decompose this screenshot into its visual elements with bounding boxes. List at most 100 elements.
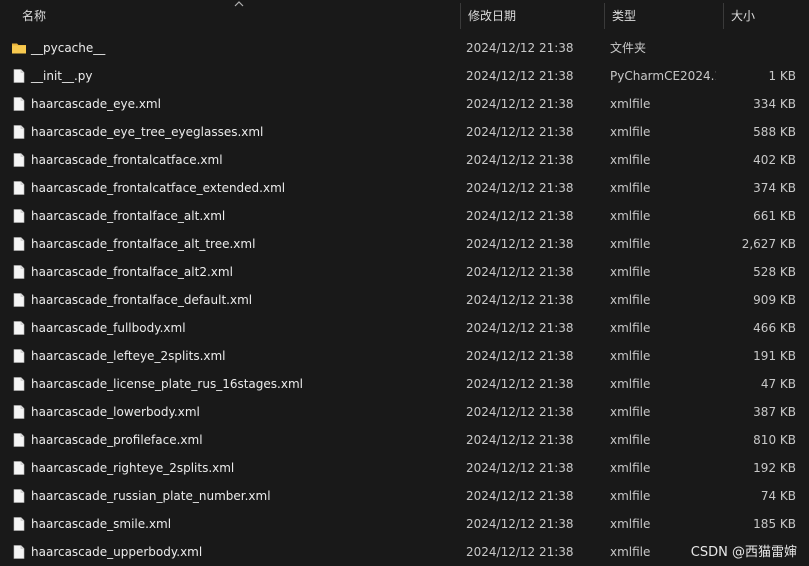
file-name: haarcascade_upperbody.xml (31, 545, 203, 559)
file-name: haarcascade_russian_plate_number.xml (31, 489, 271, 503)
file-row[interactable]: haarcascade_lefteye_2splits.xml 2024/12/1… (0, 342, 809, 370)
file-type: xmlfile (610, 181, 651, 195)
file-name: haarcascade_frontalface_alt2.xml (31, 265, 233, 279)
file-type: xmlfile (610, 153, 651, 167)
file-icon (11, 320, 27, 336)
file-row[interactable]: haarcascade_frontalcatface.xml 2024/12/12… (0, 146, 809, 174)
file-size: 1 KB (768, 69, 796, 83)
file-name: haarcascade_eye.xml (31, 97, 161, 111)
file-icon (11, 68, 27, 84)
file-row[interactable]: haarcascade_frontalface_alt2.xml 2024/12/… (0, 258, 809, 286)
column-header-date[interactable]: 修改日期 (460, 0, 604, 32)
file-date: 2024/12/12 21:38 (466, 489, 574, 503)
file-icon (11, 152, 27, 168)
folder-icon (11, 40, 27, 56)
column-header: 名称 修改日期 类型 大小 (0, 0, 809, 32)
file-icon (11, 180, 27, 196)
file-row[interactable]: __pycache__ 2024/12/12 21:38 文件夹 (0, 34, 809, 62)
file-type: xmlfile (610, 293, 651, 307)
file-icon (11, 292, 27, 308)
file-type: xmlfile (610, 97, 651, 111)
file-date: 2024/12/12 21:38 (466, 377, 574, 391)
file-size: 185 KB (753, 517, 796, 531)
file-row[interactable]: haarcascade_lowerbody.xml 2024/12/12 21:3… (0, 398, 809, 426)
file-row[interactable]: haarcascade_frontalcatface_extended.xml 2… (0, 174, 809, 202)
file-row[interactable]: haarcascade_russian_plate_number.xml 2024… (0, 482, 809, 510)
file-type: xmlfile (610, 349, 651, 363)
file-icon (11, 544, 27, 560)
file-name: haarcascade_smile.xml (31, 517, 172, 531)
file-date: 2024/12/12 21:38 (466, 517, 574, 531)
file-row[interactable]: haarcascade_frontalface_alt_tree.xml 2024… (0, 230, 809, 258)
file-row[interactable]: haarcascade_frontalface_alt.xml 2024/12/1… (0, 202, 809, 230)
file-date: 2024/12/12 21:38 (466, 237, 574, 251)
file-type: xmlfile (610, 517, 651, 531)
file-date: 2024/12/12 21:38 (466, 265, 574, 279)
file-date: 2024/12/12 21:38 (466, 97, 574, 111)
file-date: 2024/12/12 21:38 (466, 125, 574, 139)
file-row[interactable]: haarcascade_eye_tree_eyeglasses.xml 2024/… (0, 118, 809, 146)
file-name: haarcascade_eye_tree_eyeglasses.xml (31, 125, 264, 139)
file-size: 74 KB (760, 489, 796, 503)
file-type: xmlfile (610, 125, 651, 139)
file-icon (11, 264, 27, 280)
file-row[interactable]: haarcascade_smile.xml 2024/12/12 21:38 xml… (0, 510, 809, 538)
file-row[interactable]: haarcascade_eye.xml 2024/12/12 21:38 xmlfi… (0, 90, 809, 118)
file-name: haarcascade_license_plate_rus_16stages.x… (31, 377, 303, 391)
file-type: xmlfile (610, 489, 651, 503)
file-icon (11, 404, 27, 420)
file-icon (11, 348, 27, 364)
file-icon (11, 96, 27, 112)
file-size: 528 KB (753, 265, 796, 279)
file-row[interactable]: haarcascade_profileface.xml 2024/12/12 21… (0, 426, 809, 454)
file-name: haarcascade_lowerbody.xml (31, 405, 200, 419)
file-name: haarcascade_frontalface_alt_tree.xml (31, 237, 256, 251)
file-type: xmlfile (610, 433, 651, 447)
file-size: 661 KB (753, 209, 796, 223)
file-name: haarcascade_righteye_2splits.xml (31, 461, 235, 475)
file-icon (11, 432, 27, 448)
file-date: 2024/12/12 21:38 (466, 433, 574, 447)
file-icon (11, 516, 27, 532)
file-date: 2024/12/12 21:38 (466, 321, 574, 335)
file-date: 2024/12/12 21:38 (466, 209, 574, 223)
file-row[interactable]: haarcascade_license_plate_rus_16stages.x… (0, 370, 809, 398)
file-name: haarcascade_frontalface_alt.xml (31, 209, 226, 223)
file-size: 387 KB (753, 405, 796, 419)
file-name: haarcascade_profileface.xml (31, 433, 203, 447)
file-name: haarcascade_fullbody.xml (31, 321, 186, 335)
file-size: 47 KB (760, 377, 796, 391)
file-name: __init__.py (31, 69, 93, 83)
file-type: 文件夹 (610, 41, 647, 55)
column-header-type[interactable]: 类型 (604, 0, 723, 32)
file-size: 191 KB (753, 349, 796, 363)
file-date: 2024/12/12 21:38 (466, 349, 574, 363)
column-header-name[interactable]: 名称 (0, 0, 460, 32)
file-icon (11, 376, 27, 392)
file-type: xmlfile (610, 237, 651, 251)
file-size: 909 KB (753, 293, 796, 307)
file-row[interactable]: __init__.py 2024/12/12 21:38 PyCharmCE2024… (0, 62, 809, 90)
file-row[interactable]: haarcascade_frontalface_default.xml 2024/… (0, 286, 809, 314)
file-icon (11, 208, 27, 224)
file-size: 334 KB (753, 97, 796, 111)
watermark-text: CSDN @西猫雷婶 (690, 545, 797, 560)
file-date: 2024/12/12 21:38 (466, 181, 574, 195)
file-row[interactable]: haarcascade_righteye_2splits.xml 2024/12/… (0, 454, 809, 482)
file-icon (11, 488, 27, 504)
file-icon (11, 236, 27, 252)
file-type: xmlfile (610, 377, 651, 391)
file-size: 588 KB (753, 125, 796, 139)
file-icon (11, 460, 27, 476)
file-size: 402 KB (753, 153, 796, 167)
column-header-size[interactable]: 大小 (723, 0, 809, 32)
file-name: haarcascade_frontalcatface_extended.xml (31, 181, 286, 195)
file-row[interactable]: haarcascade_fullbody.xml 2024/12/12 21:38… (0, 314, 809, 342)
file-date: 2024/12/12 21:38 (466, 293, 574, 307)
file-name: __pycache__ (31, 41, 106, 55)
file-date: 2024/12/12 21:38 (466, 545, 574, 559)
file-type: xmlfile (610, 405, 651, 419)
file-type: xmlfile (610, 209, 651, 223)
file-size: 466 KB (753, 321, 796, 335)
file-row[interactable]: haarcascade_upperbody.xml 2024/12/12 21:3… (0, 538, 809, 566)
